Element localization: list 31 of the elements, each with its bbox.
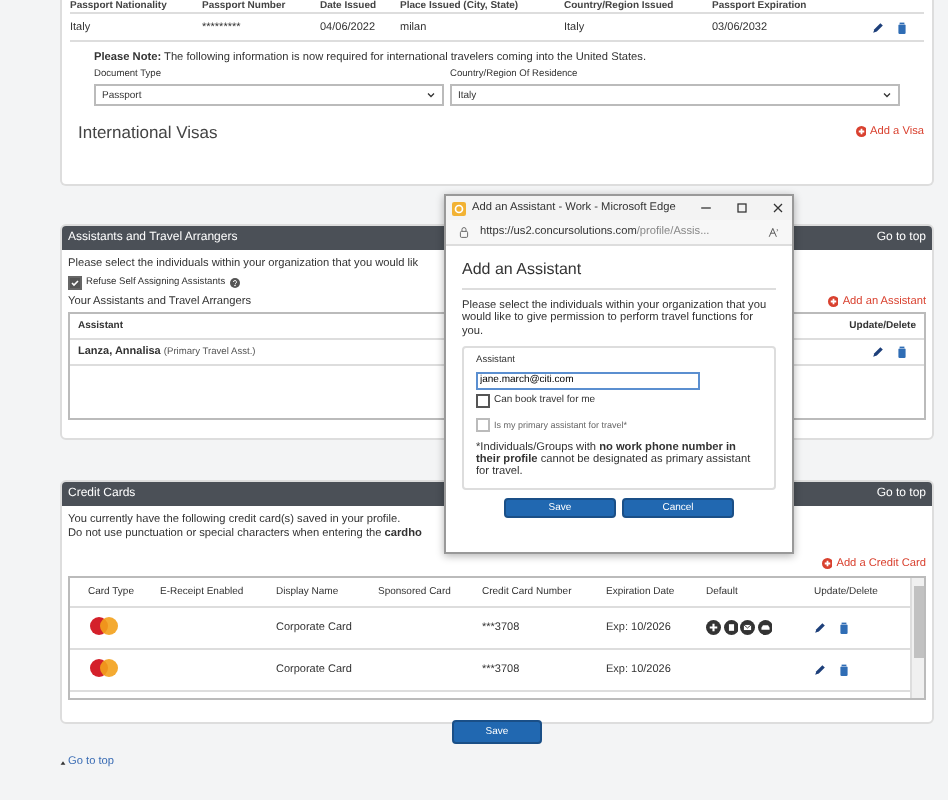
trash-icon[interactable] (896, 21, 908, 33)
lock-icon (458, 226, 470, 238)
plus-icon[interactable] (706, 620, 721, 636)
maximize-icon[interactable] (734, 200, 750, 216)
pencil-icon[interactable] (872, 21, 884, 33)
document-icon[interactable] (723, 620, 738, 636)
plus-icon (855, 126, 867, 138)
trash-icon[interactable] (896, 346, 908, 358)
pencil-icon[interactable] (814, 664, 826, 676)
trash-icon[interactable] (838, 664, 850, 676)
dialog-title: Add an Assistant (462, 260, 584, 278)
browser-icon (452, 201, 466, 215)
section-title: International Visas (78, 122, 218, 142)
checkbox[interactable] (68, 276, 82, 290)
plus-icon (827, 296, 839, 308)
card-logo-icon (88, 616, 120, 636)
checkbox[interactable] (476, 393, 490, 408)
trash-icon[interactable] (838, 622, 850, 634)
chevron-down-icon (426, 90, 436, 100)
car-icon[interactable] (757, 620, 772, 636)
read-aloud-icon[interactable] (768, 226, 780, 238)
envelope-icon[interactable] (740, 620, 755, 636)
close-icon[interactable] (770, 200, 786, 216)
triangle-up-icon (60, 759, 66, 765)
pencil-icon[interactable] (872, 346, 884, 358)
chevron-down-icon (882, 90, 892, 100)
scrollbar[interactable] (910, 578, 924, 698)
pencil-icon[interactable] (814, 622, 826, 634)
card-logo-icon (88, 658, 120, 678)
plus-icon (821, 558, 833, 570)
help-icon[interactable] (229, 278, 240, 288)
